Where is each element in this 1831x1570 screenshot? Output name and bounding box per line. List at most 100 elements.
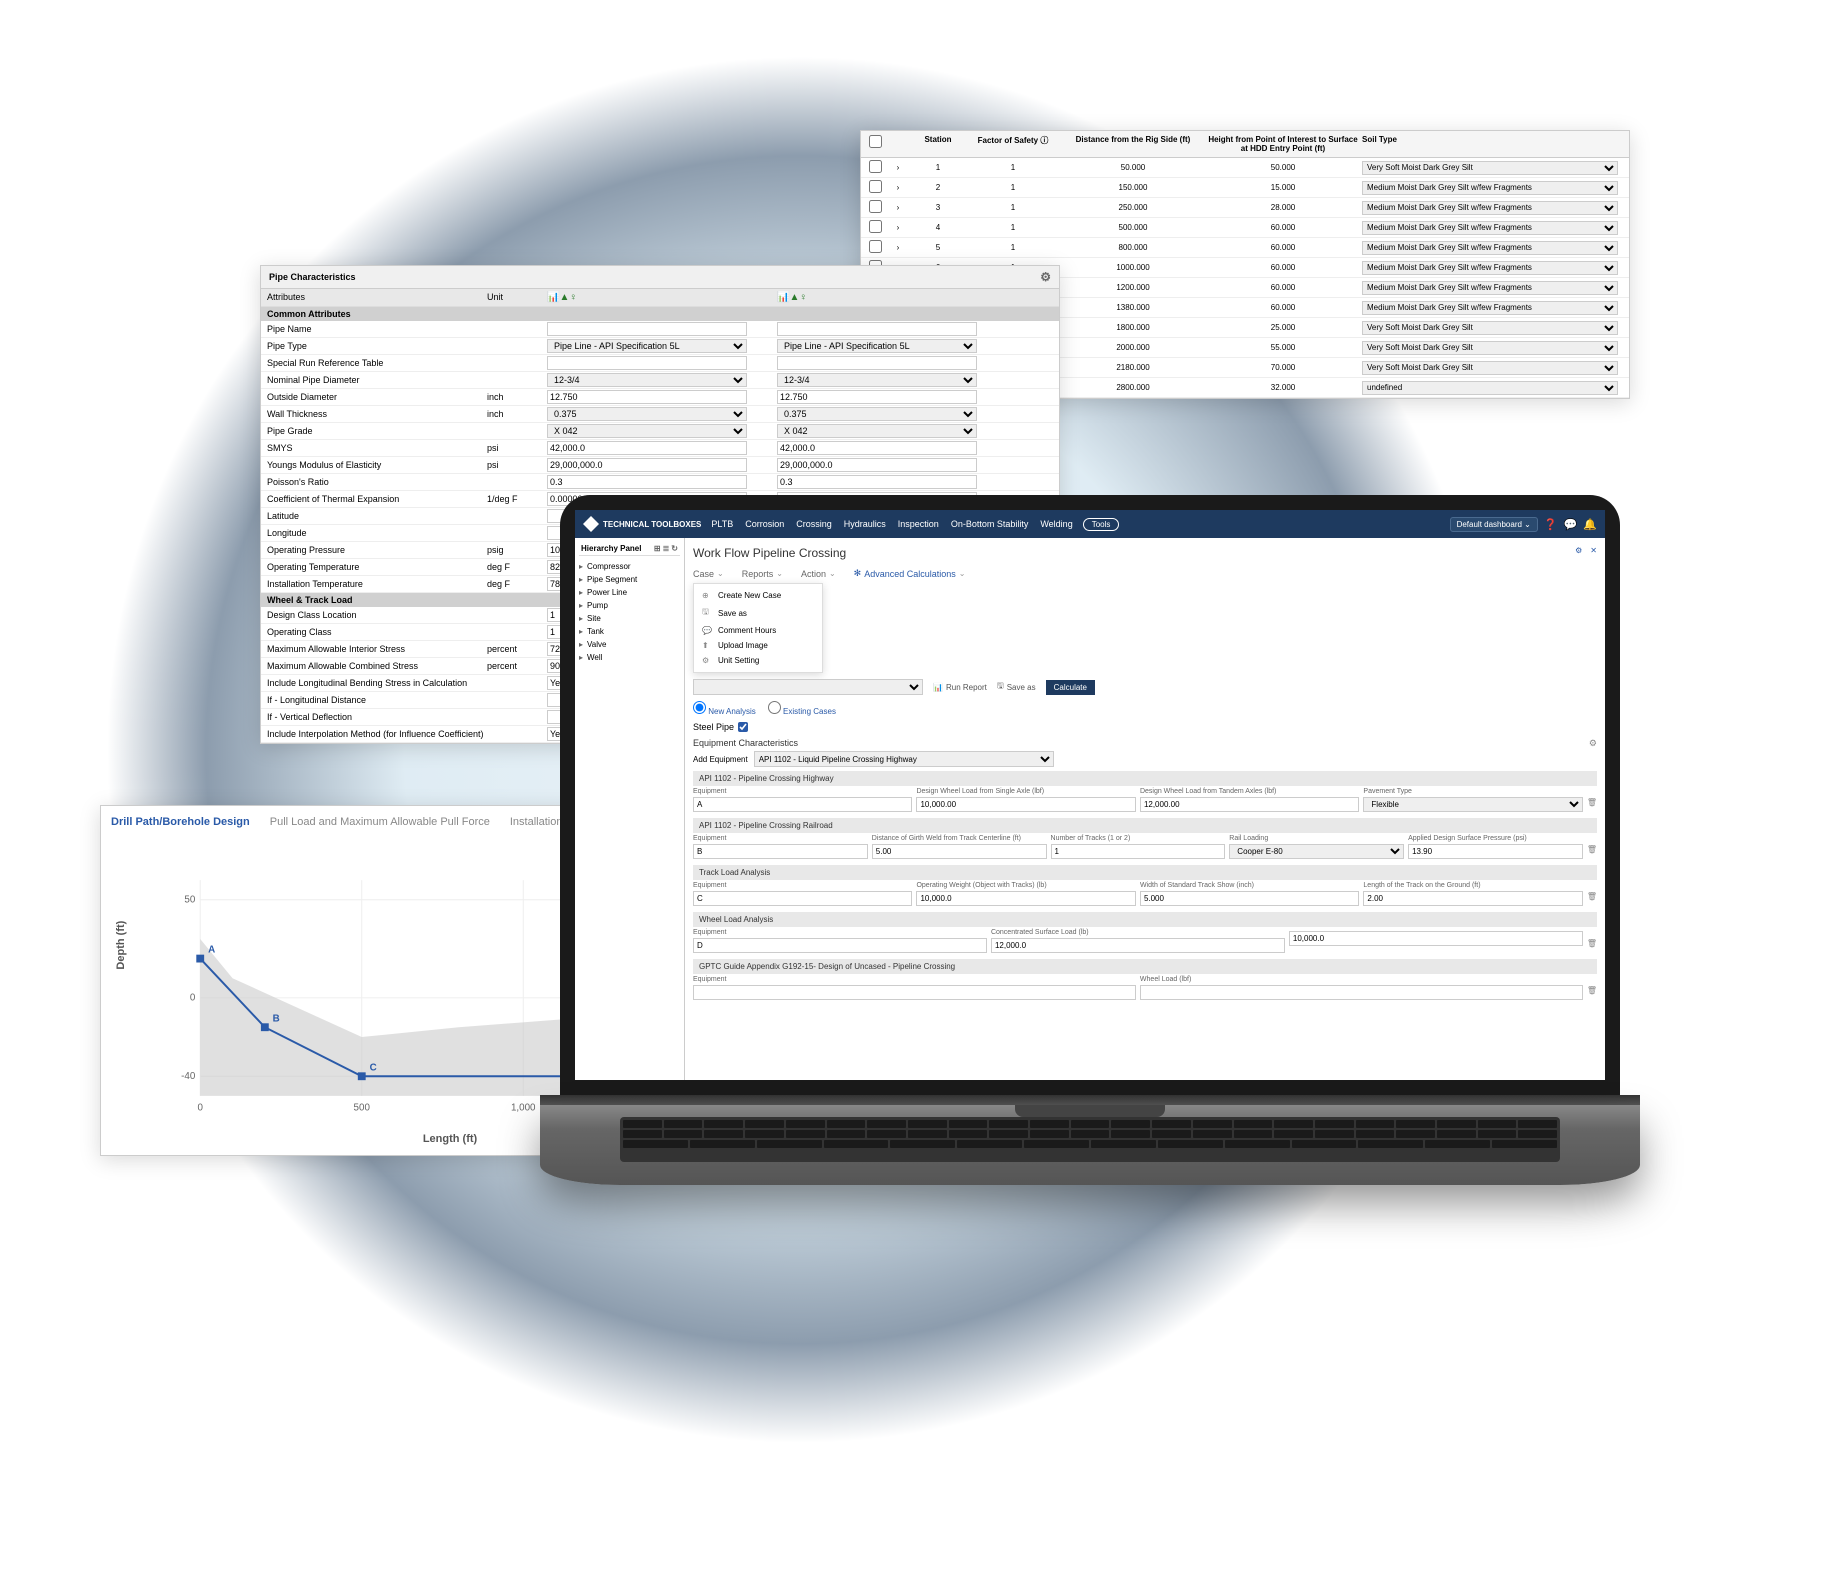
row-checkbox[interactable]: [869, 160, 882, 173]
dashboard-dropdown[interactable]: Default dashboard ⌄: [1450, 517, 1538, 532]
field-input[interactable]: [693, 844, 868, 859]
soil-type-select[interactable]: Medium Moist Dark Grey Silt w/few Fragme…: [1362, 261, 1618, 275]
info-icon[interactable]: ⓘ: [1040, 136, 1048, 145]
field-input[interactable]: [991, 938, 1285, 953]
save-as-button[interactable]: 🖫Save as: [997, 680, 1036, 694]
field-input[interactable]: [1051, 844, 1226, 859]
delete-icon[interactable]: 🗑: [1587, 929, 1597, 953]
bell-icon[interactable]: 🔔: [1583, 518, 1597, 531]
value-input[interactable]: [777, 322, 977, 336]
field-input[interactable]: [872, 844, 1047, 859]
nav-crossing[interactable]: Crossing: [796, 519, 832, 529]
nav-hydraulics[interactable]: Hydraulics: [844, 519, 886, 529]
menu-reports[interactable]: Reports⌄: [742, 569, 783, 579]
delete-icon[interactable]: 🗑: [1587, 835, 1597, 859]
value-input[interactable]: 0.375: [547, 407, 747, 421]
hierarchy-item[interactable]: ▸Power Line: [579, 586, 680, 599]
expand-icon[interactable]: ›: [888, 203, 908, 212]
filter-icon[interactable]: ⊞: [654, 544, 661, 553]
delete-icon[interactable]: 🗑: [1587, 788, 1597, 812]
value-input[interactable]: X 042: [777, 424, 977, 438]
tab-drill-path[interactable]: Drill Path/Borehole Design: [111, 816, 250, 828]
field-input[interactable]: [1140, 797, 1359, 812]
help-icon[interactable]: ❓: [1544, 518, 1558, 531]
tools-button[interactable]: Tools: [1083, 518, 1120, 531]
soil-type-select[interactable]: Medium Moist Dark Grey Silt w/few Fragme…: [1362, 241, 1618, 255]
dropdown-item[interactable]: 🖫Save as: [698, 603, 818, 623]
radio-new-analysis[interactable]: New Analysis: [693, 701, 756, 716]
hierarchy-item[interactable]: ▸Valve: [579, 638, 680, 651]
row-checkbox[interactable]: [869, 220, 882, 233]
row-checkbox[interactable]: [869, 200, 882, 213]
soil-type-select[interactable]: Very Soft Moist Dark Grey Silt: [1362, 321, 1618, 335]
value-input[interactable]: X 042: [547, 424, 747, 438]
row-checkbox[interactable]: [869, 240, 882, 253]
case-select[interactable]: [693, 679, 923, 695]
tab-pull-load[interactable]: Pull Load and Maximum Allowable Pull For…: [270, 816, 490, 828]
delete-icon[interactable]: 🗑: [1587, 882, 1597, 906]
dropdown-item[interactable]: ⚙Unit Setting: [698, 653, 818, 668]
hierarchy-item[interactable]: ▸Pipe Segment: [579, 573, 680, 586]
chat-icon[interactable]: 💬: [1564, 518, 1578, 531]
delete-icon[interactable]: 🗑: [1587, 976, 1597, 1000]
value-input[interactable]: [777, 356, 977, 370]
soil-type-select[interactable]: Medium Moist Dark Grey Silt w/few Fragme…: [1362, 221, 1618, 235]
gear-icon[interactable]: ⚙: [1589, 738, 1597, 749]
field-input[interactable]: [916, 891, 1135, 906]
row-checkbox[interactable]: [869, 180, 882, 193]
value-input[interactable]: [547, 356, 747, 370]
value-input[interactable]: [777, 475, 977, 489]
steel-pipe-checkbox[interactable]: [738, 722, 748, 732]
value-input[interactable]: [547, 441, 747, 455]
value-input[interactable]: 12-3/4: [777, 373, 977, 387]
calculate-button[interactable]: Calculate: [1046, 680, 1095, 695]
field-select[interactable]: Cooper E-80: [1229, 844, 1404, 859]
soil-type-select[interactable]: Medium Moist Dark Grey Silt w/few Fragme…: [1362, 201, 1618, 215]
value-input[interactable]: [547, 390, 747, 404]
value-input[interactable]: Pipe Line - API Specification 5L: [547, 339, 747, 353]
menu-action[interactable]: Action⌄: [801, 569, 836, 579]
soil-type-select[interactable]: Medium Moist Dark Grey Silt w/few Fragme…: [1362, 181, 1618, 195]
col-height[interactable]: Height from Point of Interest to Surface…: [1208, 135, 1358, 153]
nav-welding[interactable]: Welding: [1040, 519, 1072, 529]
value-input[interactable]: Pipe Line - API Specification 5L: [777, 339, 977, 353]
nav-pltb[interactable]: PLTB: [711, 519, 733, 529]
soil-type-select[interactable]: Very Soft Moist Dark Grey Silt: [1362, 361, 1618, 375]
field-input[interactable]: [693, 985, 1136, 1000]
hierarchy-item[interactable]: ▸Pump: [579, 599, 680, 612]
equipment-select[interactable]: API 1102 - Liquid Pipeline Crossing High…: [754, 751, 1054, 767]
hierarchy-item[interactable]: ▸Site: [579, 612, 680, 625]
field-input[interactable]: [693, 797, 912, 812]
soil-type-select[interactable]: Very Soft Moist Dark Grey Silt: [1362, 341, 1618, 355]
brand-logo[interactable]: TECHNICAL TOOLBOXES: [583, 516, 701, 532]
field-input[interactable]: [1140, 891, 1359, 906]
dropdown-item[interactable]: 💬Comment Hours: [698, 623, 818, 638]
value-input[interactable]: 12-3/4: [547, 373, 747, 387]
close-icon[interactable]: ✕: [1590, 546, 1597, 555]
col-soil-type[interactable]: Soil Type: [1358, 135, 1618, 153]
dropdown-item[interactable]: ⊕Create New Case: [698, 588, 818, 603]
value-input[interactable]: 0.375: [777, 407, 977, 421]
col-station[interactable]: Station: [908, 135, 968, 153]
col-distance[interactable]: Distance from the Rig Side (ft): [1058, 135, 1208, 153]
run-report-button[interactable]: 📊Run Report: [933, 683, 987, 692]
hierarchy-item[interactable]: ▸Compressor: [579, 560, 680, 573]
expand-icon[interactable]: ›: [888, 223, 908, 232]
sort-icon[interactable]: 📊▲♀: [777, 292, 807, 303]
soil-type-select[interactable]: Medium Moist Dark Grey Silt w/few Fragme…: [1362, 301, 1618, 315]
value-input[interactable]: [777, 390, 977, 404]
nav-on-bottom-stability[interactable]: On-Bottom Stability: [951, 519, 1029, 529]
expand-icon[interactable]: ›: [888, 243, 908, 252]
field-input[interactable]: [1140, 985, 1583, 1000]
field-input[interactable]: [916, 797, 1135, 812]
soil-type-select[interactable]: undefined: [1362, 381, 1618, 395]
value-input[interactable]: [547, 458, 747, 472]
radio-existing-cases[interactable]: Existing Cases: [768, 701, 836, 716]
soil-type-select[interactable]: Medium Moist Dark Grey Silt w/few Fragme…: [1362, 281, 1618, 295]
field-input[interactable]: [1408, 844, 1583, 859]
field-input[interactable]: [1363, 891, 1582, 906]
expand-icon[interactable]: ›: [888, 183, 908, 192]
value-input[interactable]: [777, 458, 977, 472]
field-input[interactable]: [693, 938, 987, 953]
field-select[interactable]: Flexible: [1363, 797, 1582, 812]
